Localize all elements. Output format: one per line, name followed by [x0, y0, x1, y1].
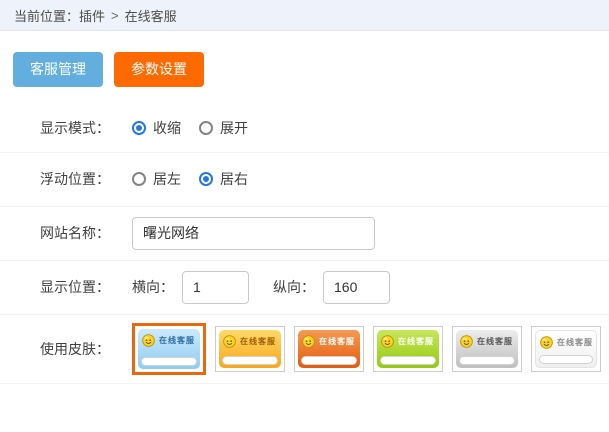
skin-option-orange[interactable]: 在线客服	[294, 326, 364, 372]
row-site-name: 网站名称：	[0, 207, 609, 261]
smiley-icon	[460, 335, 473, 348]
breadcrumb-separator: >	[111, 8, 119, 23]
radio-collapse-label: 收缩	[153, 118, 181, 138]
skin-preview-header: 在线客服	[377, 330, 439, 348]
skin-title: 在线客服	[398, 336, 434, 347]
skin-list: 在线客服 在线客服	[132, 323, 601, 375]
skin-title: 在线客服	[557, 337, 593, 348]
skin-option-yellow[interactable]: 在线客服	[215, 326, 285, 372]
skin-preview: 在线客服	[456, 330, 518, 368]
smiley-icon	[302, 335, 315, 348]
radio-left-label: 居左	[153, 169, 181, 189]
row-display-mode: 显示模式： 收缩 展开	[0, 104, 609, 153]
radio-option-right[interactable]: 居右	[199, 169, 248, 189]
settings-form: 显示模式： 收缩 展开 浮动位置： 居左 居右 网站名称： 显示位置： 横向： …	[0, 104, 609, 384]
radio-right-label: 居右	[220, 169, 248, 189]
tab-parameter-settings[interactable]: 参数设置	[114, 52, 204, 87]
radio-option-left[interactable]: 居左	[132, 169, 181, 189]
vertical-label: 纵向：	[273, 277, 315, 297]
skin-preview: 在线客服	[535, 330, 597, 368]
breadcrumb-location-label: 当前位置：	[14, 6, 79, 25]
row-display-position: 显示位置： 横向： 纵向：	[0, 261, 609, 315]
skin-preview-header: 在线客服	[536, 331, 596, 349]
skin-title: 在线客服	[477, 336, 513, 347]
skin-option-gray[interactable]: 在线客服	[452, 326, 522, 372]
radio-expand-icon[interactable]	[199, 121, 213, 135]
smiley-icon	[223, 335, 236, 348]
row-float-position: 浮动位置： 居左 居右	[0, 153, 609, 207]
skin-input-bar	[141, 357, 197, 366]
skin-preview: 在线客服	[219, 330, 281, 368]
row-skins: 使用皮肤： 在线客服	[0, 315, 609, 384]
smiley-icon	[142, 334, 155, 347]
horizontal-label: 横向：	[132, 277, 174, 297]
skin-title: 在线客服	[319, 336, 355, 347]
breadcrumb-parent[interactable]: 插件	[79, 6, 105, 25]
skin-title: 在线客服	[240, 336, 276, 347]
skin-preview-header: 在线客服	[219, 330, 281, 348]
radio-right-icon[interactable]	[199, 172, 213, 186]
radio-option-expand[interactable]: 展开	[199, 118, 248, 138]
tab-service-manage[interactable]: 客服管理	[13, 52, 103, 87]
float-position-label: 浮动位置：	[40, 169, 132, 189]
radio-option-collapse[interactable]: 收缩	[132, 118, 181, 138]
smiley-icon	[381, 335, 394, 348]
skin-option-white[interactable]: 在线客服	[531, 326, 601, 372]
skin-input-bar	[301, 356, 357, 365]
breadcrumb-current: 在线客服	[125, 6, 177, 25]
smiley-icon	[540, 336, 553, 349]
skin-input-bar	[222, 356, 278, 365]
skin-option-green[interactable]: 在线客服	[373, 326, 443, 372]
skin-preview-header: 在线客服	[298, 330, 360, 348]
site-name-label: 网站名称：	[40, 223, 132, 243]
skin-input-bar	[380, 356, 436, 365]
display-position-label: 显示位置：	[40, 277, 132, 297]
skins-label: 使用皮肤：	[40, 339, 132, 359]
skin-preview: 在线客服	[138, 329, 200, 369]
breadcrumb: 当前位置： 插件 > 在线客服	[0, 0, 609, 31]
skin-preview: 在线客服	[377, 330, 439, 368]
horizontal-input[interactable]	[182, 271, 249, 304]
skin-preview: 在线客服	[298, 330, 360, 368]
skin-input-bar	[459, 356, 515, 365]
tab-bar: 客服管理 参数设置	[13, 52, 609, 87]
skin-preview-header: 在线客服	[456, 330, 518, 348]
radio-left-icon[interactable]	[132, 172, 146, 186]
skin-input-bar	[539, 355, 593, 364]
radio-expand-label: 展开	[220, 118, 248, 138]
radio-collapse-icon[interactable]	[132, 121, 146, 135]
skin-preview-header: 在线客服	[138, 329, 200, 347]
skin-option-blue[interactable]: 在线客服	[132, 323, 206, 375]
site-name-input[interactable]	[132, 217, 375, 250]
vertical-input[interactable]	[323, 271, 390, 304]
skin-title: 在线客服	[159, 335, 195, 346]
display-mode-label: 显示模式：	[40, 118, 132, 138]
